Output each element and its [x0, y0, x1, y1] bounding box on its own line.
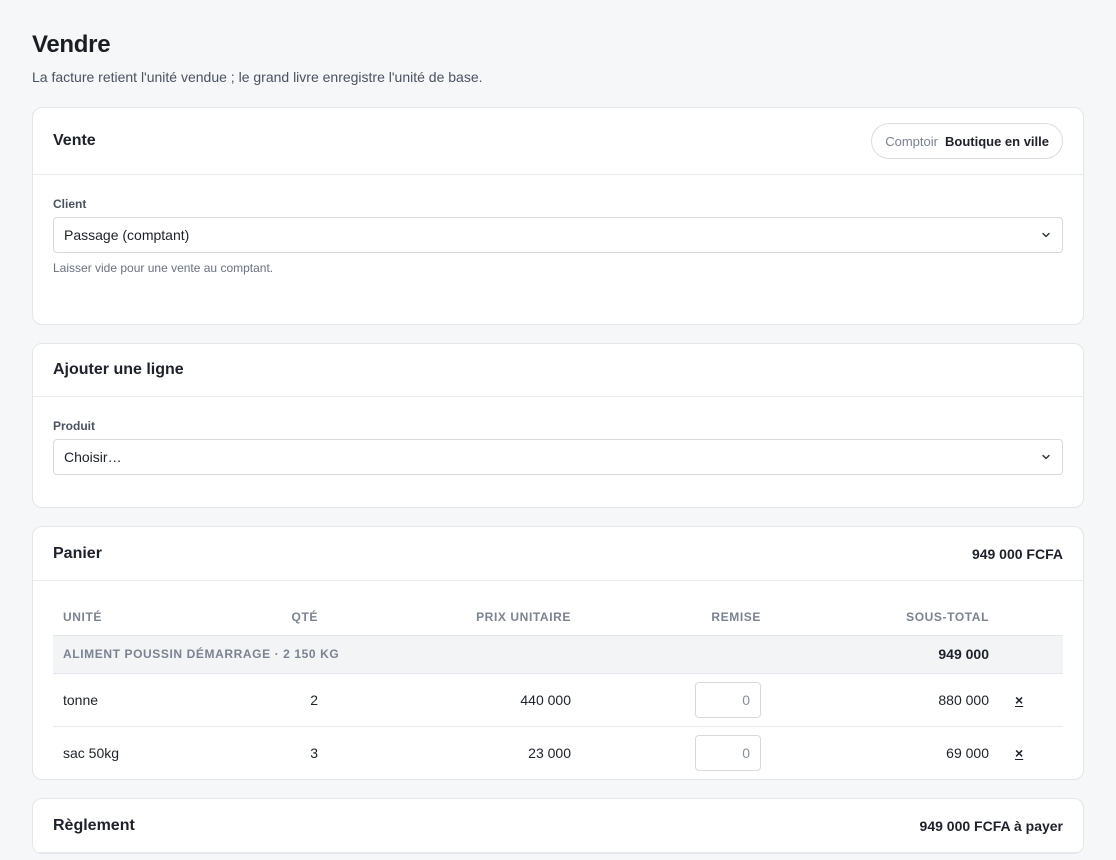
sale-card: Vente Comptoir Boutique en ville Client … — [32, 107, 1084, 325]
sale-heading: Vente — [53, 132, 96, 149]
cart-body: Unité Qté Prix unitaire Remise Sous-tota… — [33, 581, 1083, 779]
product-select-value: Choisir… — [64, 449, 122, 465]
payment-heading: Règlement — [53, 816, 135, 834]
discount-input[interactable]: 0 — [695, 734, 761, 771]
cart-heading: Panier — [53, 544, 102, 562]
col-unit-price: Prix unitaire — [328, 599, 581, 636]
add-line-card: Ajouter une ligne Produit Choisir… — [32, 343, 1084, 508]
client-label: Client — [53, 197, 87, 211]
cart-header: Panier 949 000 FCFA — [33, 527, 1083, 581]
cart-card: Panier 949 000 FCFA Unité Qté Prix unita… — [32, 526, 1084, 780]
line-qty: 3 — [310, 744, 318, 761]
line-discount-cell: 0 — [581, 726, 771, 779]
col-discount: Remise — [581, 599, 771, 636]
line-price: 23 000 — [528, 744, 571, 761]
remove-line-button[interactable]: × — [1015, 692, 1023, 708]
col-subtotal: Sous-total — [771, 599, 999, 636]
payment-card: Règlement 949 000 FCFA à payer — [32, 798, 1084, 854]
cart-header-row: Unité Qté Prix unitaire Remise Sous-tota… — [53, 599, 1063, 636]
counter-label: Comptoir — [885, 133, 938, 149]
line-actions: × — [999, 726, 1063, 779]
line-qty: 2 — [253, 673, 328, 727]
col-actions — [999, 599, 1063, 636]
product-label: Produit — [53, 419, 95, 433]
group-label: Aliment poussin démarrage · 2 150 kg — [53, 635, 771, 674]
page: Vendre La facture retient l'unité vendue… — [0, 0, 1116, 854]
payment-header: Règlement 949 000 FCFA à payer — [33, 799, 1083, 853]
table-row: sac 50kg 3 23 000 0 69 000 × — [53, 726, 1063, 779]
line-unit: tonne — [53, 673, 253, 727]
counter-selector[interactable]: Comptoir Boutique en ville — [871, 123, 1063, 159]
col-unit: Unité — [53, 599, 253, 636]
client-select-value: Passage (comptant) — [64, 227, 190, 243]
add-line-body: Produit Choisir… — [33, 397, 1083, 507]
sale-card-header: Vente Comptoir Boutique en ville — [33, 108, 1083, 175]
sale-card-body: Client Passage (comptant) Laisser vide p… — [33, 175, 1083, 324]
page-subtitle: La facture retient l'unité vendue ; le g… — [32, 69, 483, 85]
col-qty: Qté — [253, 599, 328, 636]
payment-due: 949 000 FCFA à payer — [919, 817, 1063, 834]
line-price: 440 000 — [328, 673, 581, 727]
discount-input[interactable]: 0 — [695, 681, 761, 718]
line-subtotal: 69 000 — [946, 744, 989, 761]
counter-value: Boutique en ville — [944, 133, 1049, 149]
page-title: Vendre — [32, 31, 111, 58]
line-unit: sac 50kg — [63, 744, 120, 761]
remove-line-button[interactable]: × — [1015, 745, 1023, 761]
cart-total: 949 000 FCFA — [971, 545, 1063, 562]
product-group-row: Aliment poussin démarrage · 2 150 kg 949… — [53, 635, 1063, 674]
product-select[interactable]: Choisir… — [53, 439, 1063, 475]
chevron-down-icon — [1042, 454, 1050, 460]
client-hint: Laisser vide pour une vente au comptant. — [53, 261, 274, 275]
client-select[interactable]: Passage (comptant) — [53, 217, 1063, 253]
cart-table: Unité Qté Prix unitaire Remise Sous-tota… — [53, 599, 1063, 779]
line-subtotal: 880 000 — [771, 673, 999, 727]
line-actions: × — [999, 673, 1063, 727]
chevron-down-icon — [1042, 232, 1050, 238]
line-discount-cell: 0 — [581, 673, 771, 727]
add-line-header: Ajouter une ligne — [33, 344, 1083, 397]
group-total: 949 000 — [771, 635, 999, 674]
add-line-heading: Ajouter une ligne — [53, 361, 184, 378]
table-row: tonne 2 440 000 0 880 000 × — [53, 673, 1063, 727]
